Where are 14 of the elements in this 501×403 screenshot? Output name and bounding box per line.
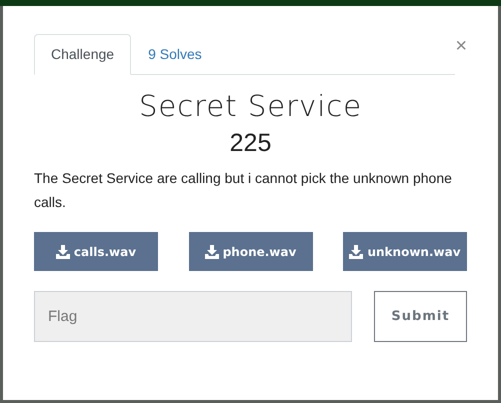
tab[interactable]: Challenge <box>34 34 132 75</box>
submit-button[interactable]: Submit <box>374 291 467 342</box>
challenge-title: Secret Service <box>138 89 364 123</box>
download-button[interactable]: unknown.wav <box>343 232 467 271</box>
download-button[interactable]: phone.wav <box>188 232 312 271</box>
close-button[interactable]: × <box>455 36 467 56</box>
download-button[interactable]: calls.wav <box>34 232 158 271</box>
flag-input-field[interactable]: Flag <box>34 291 352 342</box>
download-icon <box>349 244 364 258</box>
challenge-points: 225 <box>228 129 272 158</box>
download-icon <box>204 244 219 258</box>
download-icon <box>56 244 70 258</box>
tab[interactable]: 9 Solves <box>131 34 219 75</box>
challenge-description: The Secret Service are calling but i cannot pick the unknown phone calls. <box>34 169 453 212</box>
